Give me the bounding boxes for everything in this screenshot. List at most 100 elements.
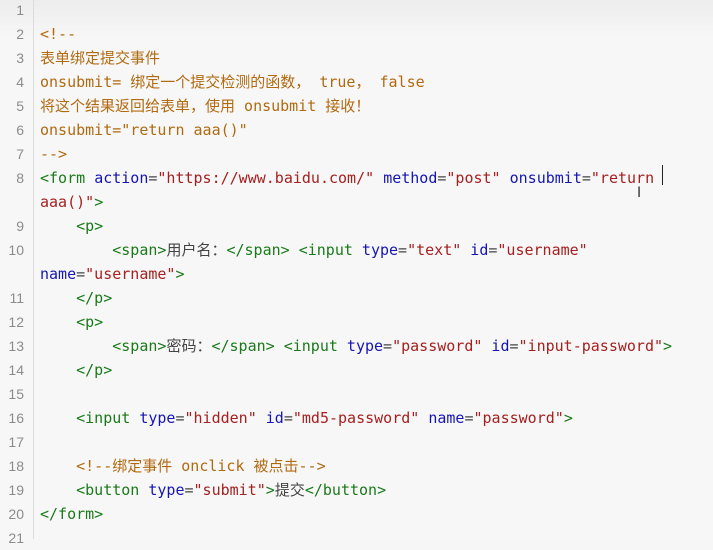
tag-token: </span> bbox=[226, 241, 290, 259]
code-line[interactable]: 16 <input type="hidden" id="md5-password… bbox=[0, 406, 713, 430]
code-line[interactable]: 14 </p> bbox=[0, 358, 713, 382]
code-line[interactable]: 17 bbox=[0, 430, 713, 454]
string-token: "post" bbox=[446, 169, 501, 187]
line-number: 13 bbox=[8, 338, 24, 354]
code-line[interactable]: 8 <form action = "https://www.baidu.com/" m… bbox=[0, 166, 713, 190]
tag-token: </button> bbox=[304, 481, 387, 499]
ibeam-cursor-icon: I bbox=[637, 185, 642, 201]
string-token: "input-password" bbox=[518, 337, 664, 355]
tag-token: <form bbox=[40, 169, 86, 187]
line-number: 10 bbox=[8, 242, 24, 258]
line-code: <!-- bbox=[40, 22, 76, 46]
code-line[interactable]: 12 <p> bbox=[0, 310, 713, 334]
code-line[interactable]: 6 onsubmit="return aaa()" bbox=[0, 118, 713, 142]
attribute-token: id bbox=[265, 409, 284, 427]
code-line[interactable]: 5 将这个结果返回给表单，使用 onsubmit 接收！ bbox=[0, 94, 713, 118]
line-code: 表单绑定提交事件 bbox=[40, 46, 160, 70]
line-code: <span>用户名：</span> <input type="text" id=… bbox=[40, 238, 588, 262]
attribute-token: action bbox=[94, 169, 149, 187]
line-number: 5 bbox=[16, 98, 24, 114]
string-token: "password" bbox=[473, 409, 564, 427]
code-line[interactable]: 7 --> bbox=[0, 142, 713, 166]
string-token: "https://www.baidu.com/" bbox=[157, 169, 375, 187]
code-line[interactable]: 11 </p> bbox=[0, 286, 713, 310]
line-code: onsubmit= 绑定一个提交检测的函数， true， false bbox=[40, 70, 425, 94]
text-token: = bbox=[383, 337, 393, 355]
line-code: </form> bbox=[40, 502, 103, 526]
line-code: <!--绑定事件 onclick 被点击--> bbox=[40, 454, 326, 478]
code-line[interactable]: 18 <!--绑定事件 onclick 被点击--> bbox=[0, 454, 713, 478]
text-token: 密码： bbox=[166, 337, 212, 355]
text-token: = bbox=[283, 409, 293, 427]
attribute-token: type bbox=[139, 409, 176, 427]
tag-token: > bbox=[265, 481, 275, 499]
comment-token: onsubmit="return aaa()" bbox=[40, 121, 248, 139]
comment-token: <!-- bbox=[40, 25, 77, 43]
string-token: "submit" bbox=[193, 481, 266, 499]
line-code: <p> bbox=[40, 310, 103, 334]
tag-token: > bbox=[663, 337, 673, 355]
line-code: <input type="hidden" id="md5-password" n… bbox=[40, 406, 573, 430]
code-line[interactable]: name="username"> bbox=[0, 262, 713, 286]
attribute-token: method bbox=[383, 169, 438, 187]
string-token: "md5-password" bbox=[292, 409, 420, 427]
code-line[interactable]: aaa()"> bbox=[0, 190, 713, 214]
code-line[interactable]: 10 <span>用户名：</span> <input type="text" … bbox=[0, 238, 713, 262]
code-line[interactable]: 21 bbox=[0, 526, 713, 550]
attribute-token: onsubmit bbox=[509, 169, 582, 187]
string-token: "hidden" bbox=[184, 409, 257, 427]
line-number: 18 bbox=[8, 458, 24, 474]
line-code: </p> bbox=[40, 358, 112, 382]
line-number: 3 bbox=[16, 50, 24, 66]
tag-token: <p> bbox=[76, 217, 104, 235]
attribute-token: name bbox=[428, 409, 465, 427]
code-line[interactable]: 9 <p> bbox=[0, 214, 713, 238]
line-code: <form action = "https://www.baidu.com/" me… bbox=[40, 166, 654, 190]
line-number: 20 bbox=[8, 506, 24, 522]
attribute-token: type bbox=[346, 337, 384, 355]
text-token: 用户名： bbox=[166, 241, 227, 259]
tag-token: <input bbox=[298, 241, 353, 259]
line-code: <span>密码：</span> <input type="password" … bbox=[40, 334, 672, 358]
line-number: 19 bbox=[8, 482, 24, 498]
code-line[interactable]: 1 bbox=[0, 0, 713, 22]
line-code: onsubmit="return aaa()" bbox=[40, 118, 248, 142]
line-number: 2 bbox=[16, 26, 24, 42]
code-line[interactable]: 13 <span>密码：</span> <input type="passwor… bbox=[0, 334, 713, 358]
tag-token: > bbox=[175, 265, 185, 283]
line-code: <button type="submit">提交</button> bbox=[40, 478, 386, 502]
code-line[interactable]: 4 onsubmit= 绑定一个提交检测的函数， true， false bbox=[0, 70, 713, 94]
attribute-token: type bbox=[361, 241, 399, 259]
line-number: 6 bbox=[16, 122, 24, 138]
code-editor[interactable]: 1 2 <!-- 3 表单绑定提交事件 4 onsubmit= 绑定一个提交检测的函数， t… bbox=[0, 0, 713, 546]
tag-token: </p> bbox=[76, 289, 113, 307]
string-token: "username" bbox=[497, 241, 588, 259]
code-line[interactable]: 3 表单绑定提交事件 bbox=[0, 46, 713, 70]
line-number: 4 bbox=[16, 74, 24, 90]
line-code: name="username"> bbox=[40, 262, 185, 286]
string-token: "return bbox=[590, 169, 655, 187]
comment-token: --> bbox=[40, 145, 68, 163]
text-token: = bbox=[175, 409, 185, 427]
text-token: = bbox=[464, 409, 474, 427]
tag-token: </form> bbox=[40, 505, 104, 523]
attribute-token: type bbox=[148, 481, 185, 499]
comment-token: onsubmit= 绑定一个提交检测的函数， true， false bbox=[40, 73, 425, 91]
code-line[interactable]: 20 </form> bbox=[0, 502, 713, 526]
code-line[interactable]: 2 <!-- bbox=[0, 22, 713, 46]
line-number: 1 bbox=[16, 2, 24, 18]
code-line[interactable]: 19 <button type="submit">提交</button> bbox=[0, 478, 713, 502]
comment-token: 表单绑定提交事件 bbox=[40, 49, 161, 67]
code-line[interactable]: 15 bbox=[0, 382, 713, 406]
